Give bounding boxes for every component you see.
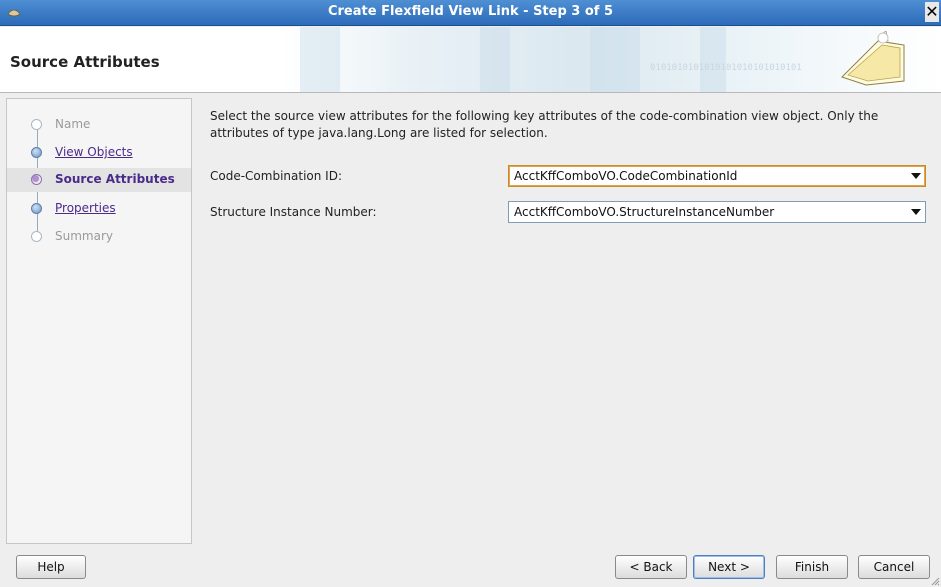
step-indicator-icon — [31, 174, 42, 185]
select-value: AcctKffComboVO.StructureInstanceNumber — [514, 205, 775, 219]
field-label: Code-Combination ID: — [210, 169, 342, 183]
binary-decoration: 0101010101010101010101010101 — [650, 63, 802, 73]
help-button[interactable]: Help — [16, 555, 86, 579]
step-label: Name — [55, 117, 91, 131]
content-panel: Select the source view attributes for th… — [210, 108, 932, 142]
step-properties[interactable]: Properties — [7, 197, 191, 221]
step-link[interactable]: Properties — [55, 201, 116, 215]
dropdown-arrow-icon[interactable] — [911, 173, 921, 179]
banner-stripe — [700, 27, 726, 92]
close-icon[interactable]: ✕ — [925, 2, 939, 22]
field-label: Structure Instance Number: — [210, 205, 377, 219]
page-title: Source Attributes — [10, 53, 160, 71]
step-indicator-icon — [31, 203, 42, 214]
step-link[interactable]: View Objects — [55, 145, 133, 159]
step-view-objects[interactable]: View Objects — [7, 141, 191, 165]
button-bar: Help < Back Next > Finish Cancel — [0, 555, 941, 587]
wizard-steps-nav: Name View Objects Source Attributes Prop… — [6, 98, 192, 544]
back-button[interactable]: < Back — [615, 555, 687, 579]
title-bar: Create Flexfield View Link - Step 3 of 5… — [0, 0, 941, 26]
cancel-button[interactable]: Cancel — [858, 555, 930, 579]
select-value: AcctKffComboVO.CodeCombinationId — [514, 169, 738, 183]
dropdown-arrow-icon[interactable] — [911, 209, 921, 215]
code-combination-id-row: Code-Combination ID: AcctKffComboVO.Code… — [210, 165, 932, 187]
banner-stripe — [300, 27, 340, 92]
wizard-header: 0101010101010101010101010101 Source Attr… — [0, 27, 941, 93]
resize-grip-icon[interactable] — [930, 576, 940, 586]
banner-stripe — [590, 27, 640, 92]
step-label: Source Attributes — [55, 172, 175, 186]
structure-instance-number-select[interactable]: AcctKffComboVO.StructureInstanceNumber — [508, 201, 926, 223]
banner-stripe — [480, 27, 510, 92]
wizard-folder-icon — [841, 31, 905, 86]
finish-button[interactable]: Finish — [776, 555, 848, 579]
structure-instance-number-row: Structure Instance Number: AcctKffComboV… — [210, 201, 932, 223]
step-source-attributes: Source Attributes — [7, 168, 191, 192]
step-indicator-icon — [31, 147, 42, 158]
step-indicator-icon — [31, 231, 42, 242]
next-button[interactable]: Next > — [693, 555, 765, 579]
window-title: Create Flexfield View Link - Step 3 of 5 — [327, 4, 614, 19]
step-summary: Summary — [7, 225, 191, 249]
code-combination-id-select[interactable]: AcctKffComboVO.CodeCombinationId — [508, 165, 926, 187]
step-name: Name — [7, 113, 191, 137]
step-label: Summary — [55, 229, 113, 243]
instructions-text: Select the source view attributes for th… — [210, 109, 879, 140]
step-indicator-icon — [31, 119, 42, 130]
